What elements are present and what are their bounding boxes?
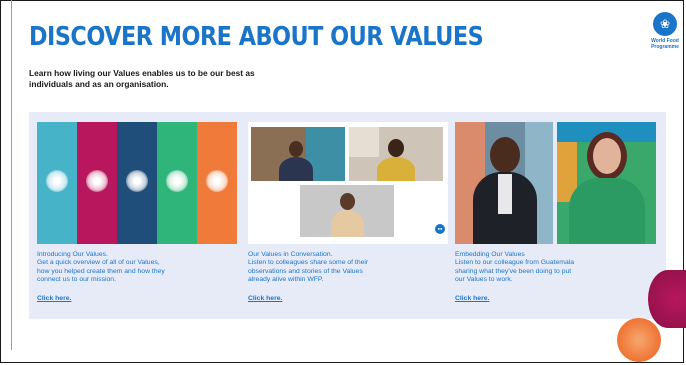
card-1-line: Get a quick overview of all of our Value… xyxy=(37,259,160,267)
value-stripe-5 xyxy=(197,122,237,244)
card-2-line: observations and stories of the Values xyxy=(248,267,363,275)
value-stripe-1 xyxy=(37,122,77,244)
left-accent-line xyxy=(0,0,12,350)
card-2-line: Listen to colleagues share some of their xyxy=(248,259,369,267)
card-1-line: how you helped create them and how they xyxy=(37,267,165,275)
page-subtitle: Learn how living our Values enables us t… xyxy=(29,68,255,89)
speaker-thumbnail-1[interactable] xyxy=(455,122,553,244)
video-tile-2 xyxy=(349,127,443,181)
card-2-line: already alive within WFP. xyxy=(248,275,324,283)
value-stripe-2 xyxy=(77,122,117,244)
wfp-emblem-icon: ❀ xyxy=(653,12,677,36)
card-1-click-here-link[interactable]: Click here. xyxy=(37,295,71,302)
card-3-line: our Values to work. xyxy=(455,275,513,283)
card-3-description: Embedding Our Values Listen to our colle… xyxy=(455,251,655,284)
card-2-click-here-link[interactable]: Click here. xyxy=(248,295,282,302)
card-2-heading: Our Values in Conversation. xyxy=(248,251,333,258)
participant-count-badge: ●● xyxy=(435,224,445,234)
speaker-thumbnail-2[interactable] xyxy=(557,122,656,244)
value-stripe-4 xyxy=(157,122,197,244)
values-overview-thumbnail[interactable] xyxy=(37,122,237,244)
decorative-orange-orb xyxy=(617,318,661,362)
video-tile-3 xyxy=(300,185,394,237)
card-2-description: Our Values in Conversation. Listen to co… xyxy=(248,251,448,284)
value-stripe-3 xyxy=(117,122,157,244)
card-3-heading: Embedding Our Values xyxy=(455,251,525,258)
video-tile-1 xyxy=(251,127,345,181)
card-3-line: sharing what they've been doing to put xyxy=(455,267,572,275)
card-3-click-here-link[interactable]: Click here. xyxy=(455,295,489,302)
decorative-magenta-orb xyxy=(648,270,686,328)
logo-line-2: Programme xyxy=(651,44,679,50)
card-1-heading: Introducing Our Values. xyxy=(37,251,108,258)
card-1-line: connect us to our mission. xyxy=(37,275,116,283)
card-1-description: Introducing Our Values. Get a quick over… xyxy=(37,251,237,284)
wfp-logo: ❀ World Food Programme xyxy=(645,12,685,50)
conversation-thumbnail[interactable]: ●● xyxy=(248,122,448,244)
card-3-line: Listen to our colleague from Guatemala xyxy=(455,259,575,267)
page-title: DISCOVER MORE ABOUT OUR VALUES xyxy=(29,22,484,52)
